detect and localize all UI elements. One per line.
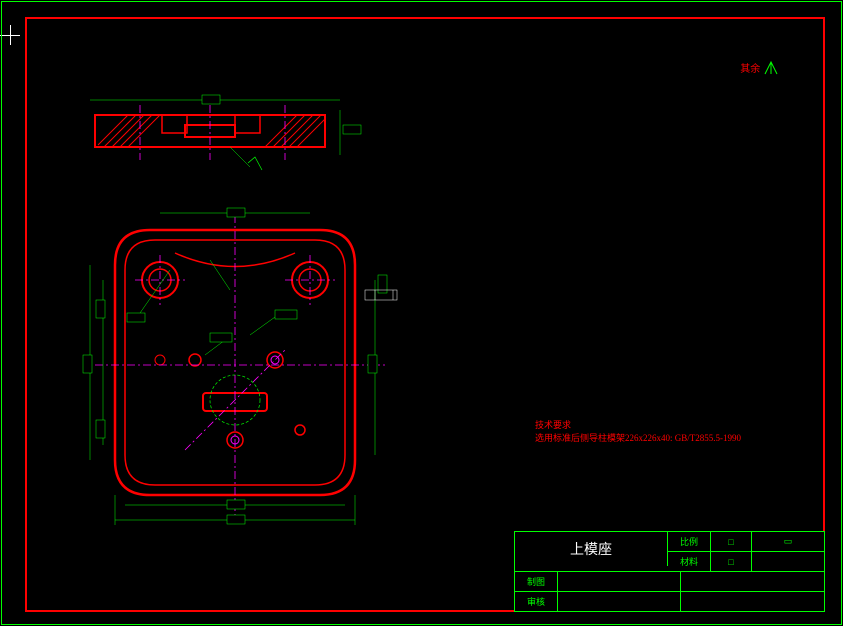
ratio-value: □	[711, 532, 752, 551]
material-label: 材料	[668, 552, 711, 571]
drawn-label: 制图	[515, 572, 558, 591]
drawn-extra	[681, 572, 811, 591]
tech-note-body: 选用标准后侧导柱模架226x226x40: GB/T2855.5-1990	[535, 431, 741, 444]
check-value	[558, 592, 681, 611]
blank-cell	[752, 552, 824, 571]
title-block: 上模座 比例 □ ▭ 材料 □ 制图 审核	[514, 531, 825, 612]
ratio-label: 比例	[668, 532, 711, 551]
tech-note-header: 技术要求	[535, 418, 741, 431]
surface-finish-label: 其余	[740, 64, 760, 75]
plan-view	[75, 205, 405, 535]
material-value: □	[711, 552, 752, 571]
sheet-cell: ▭	[752, 532, 824, 551]
section-view	[90, 85, 370, 165]
drawn-value	[558, 572, 681, 591]
technical-requirements: 技术要求 选用标准后侧导柱模架226x226x40: GB/T2855.5-19…	[535, 418, 741, 444]
drawing-title: 上模座	[515, 532, 668, 566]
check-extra	[681, 592, 811, 611]
drawing-area	[75, 85, 415, 575]
cad-viewport[interactable]: 其余 技术要求 选用标准后侧导柱模架226x226x40: GB/T2855.5…	[0, 0, 843, 626]
check-label: 审核	[515, 592, 558, 611]
surface-finish-symbol: 其余	[740, 60, 793, 78]
